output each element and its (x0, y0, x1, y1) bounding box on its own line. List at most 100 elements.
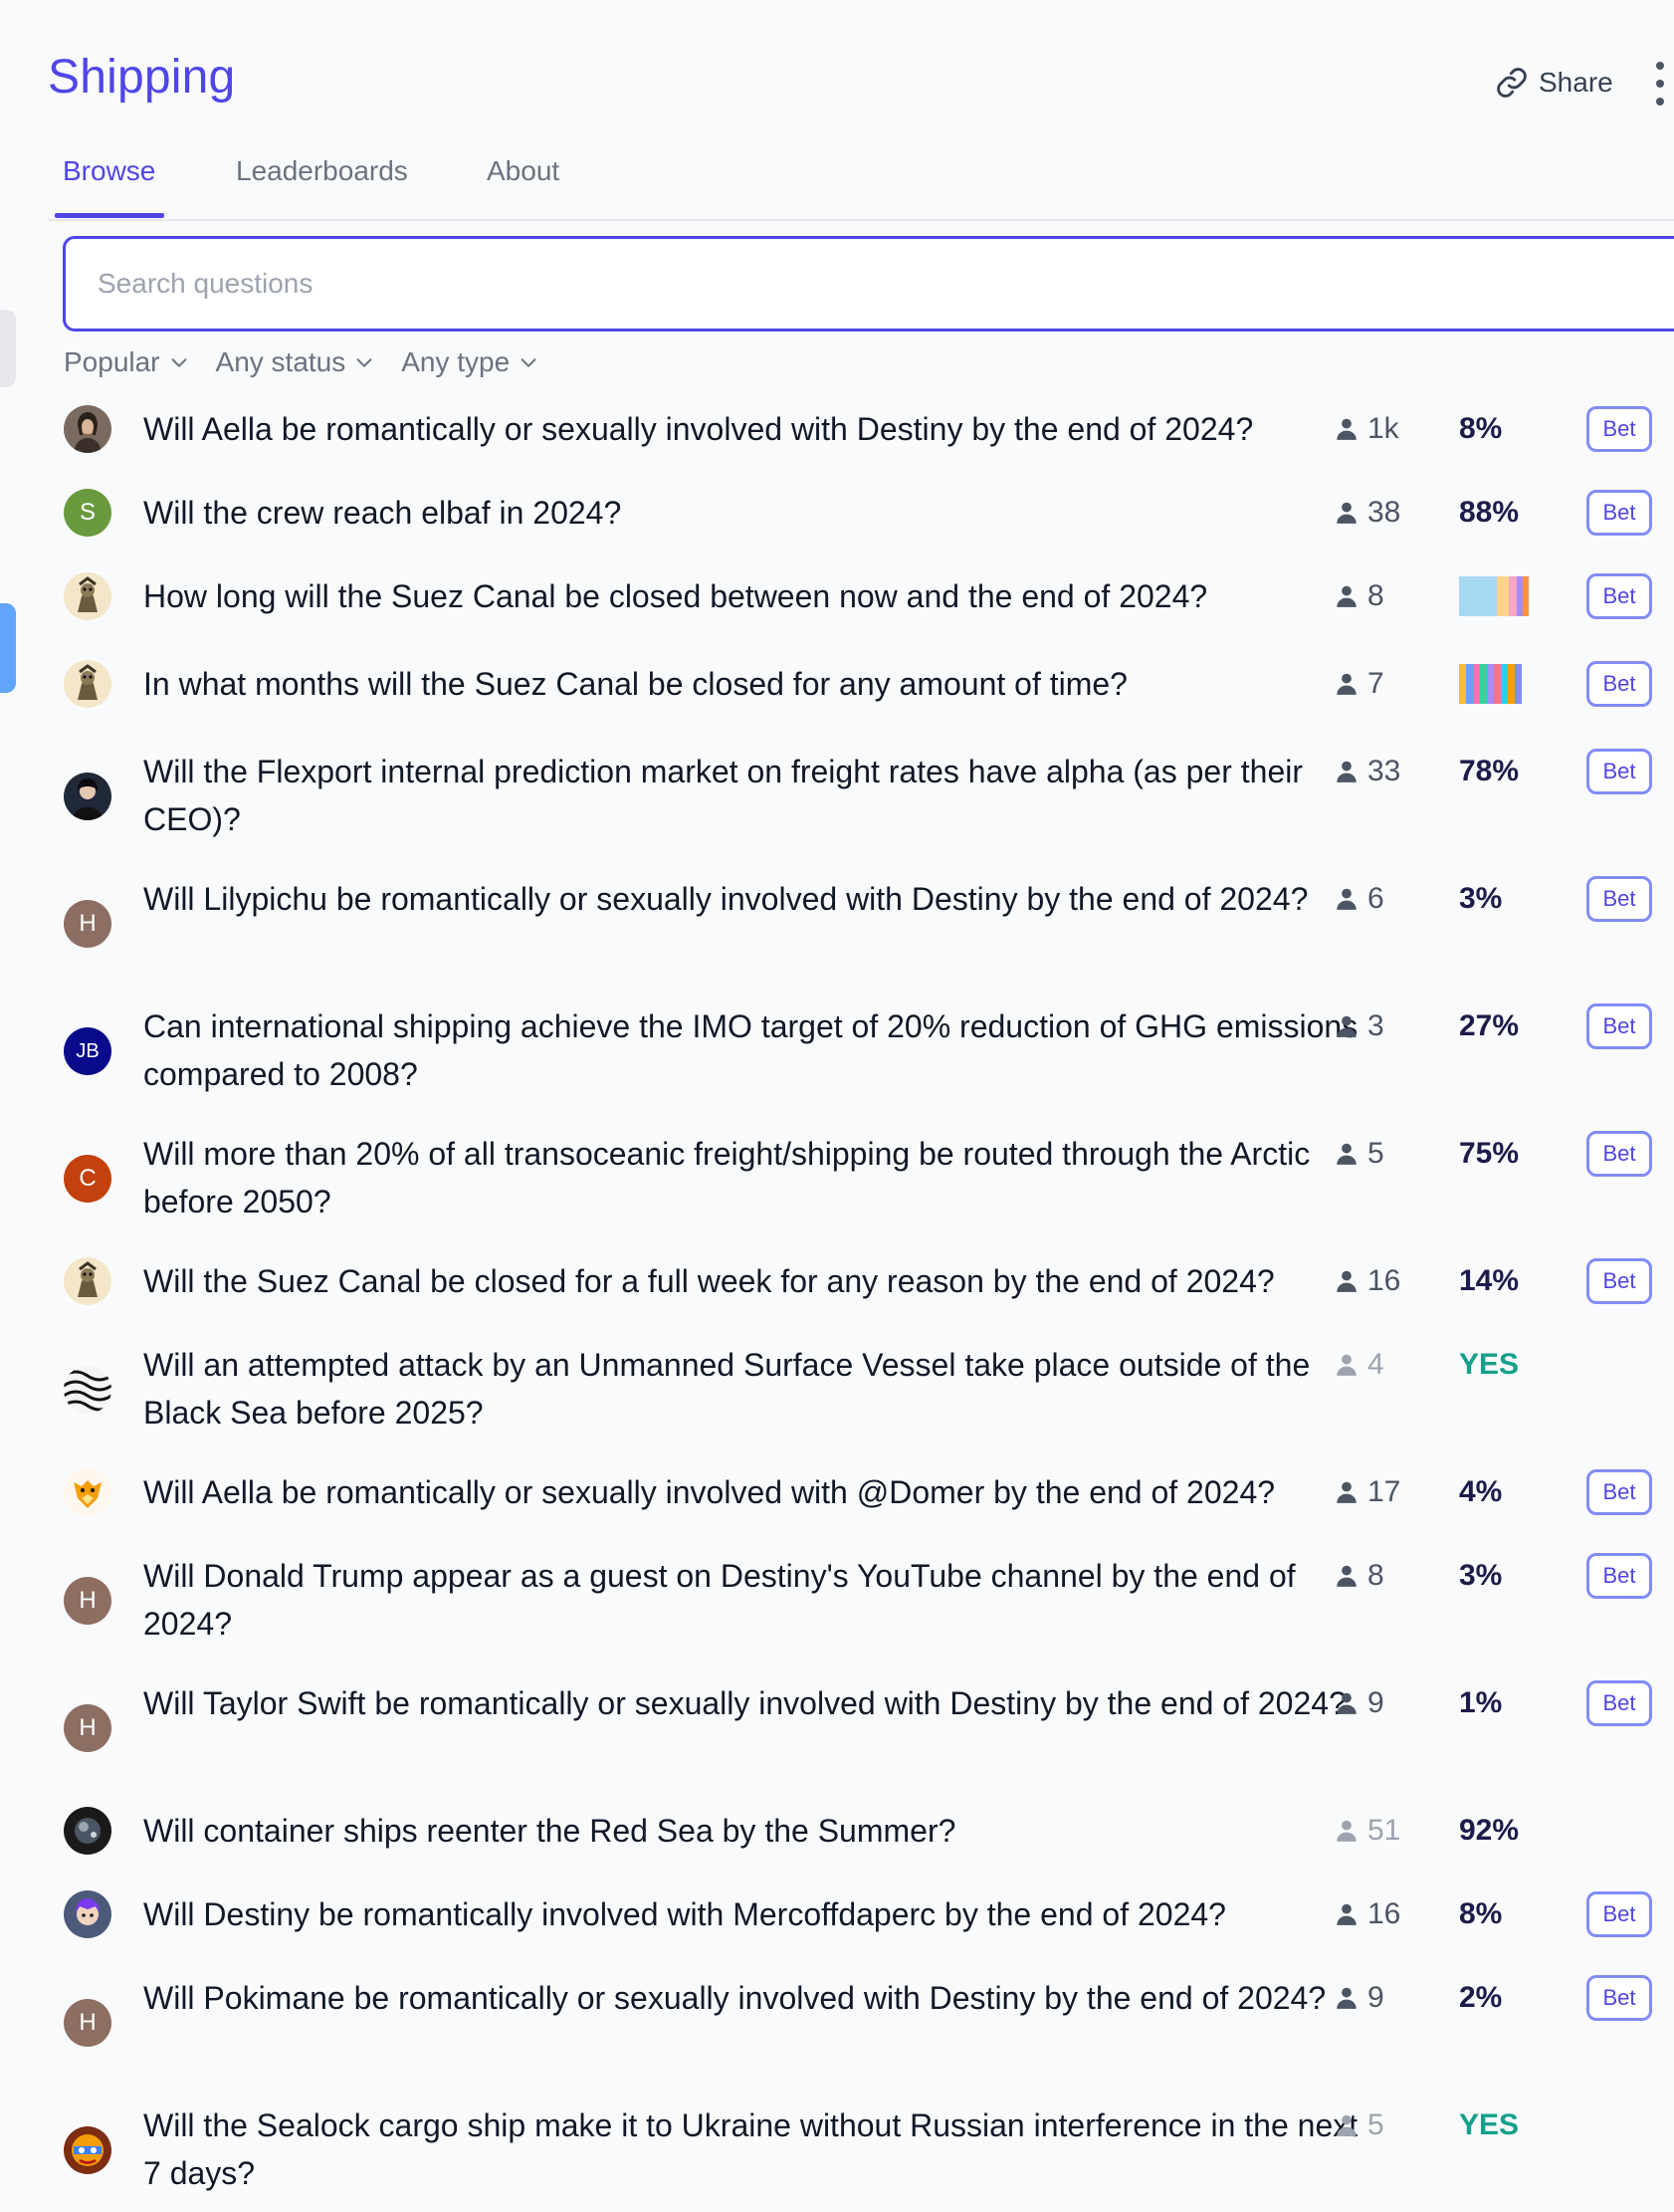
trader-count: 7 (1334, 664, 1384, 704)
question-title[interactable]: Will Aella be romantically or sexually i… (143, 405, 1367, 453)
creator-avatar[interactable]: H (64, 1704, 111, 1752)
question-title[interactable]: Will the Flexport internal prediction ma… (143, 748, 1367, 843)
creator-avatar[interactable] (64, 1807, 111, 1855)
creator-avatar[interactable]: H (64, 1577, 111, 1625)
question-row[interactable]: Will the Sealock cargo ship make it to U… (48, 2101, 1674, 2197)
creator-avatar[interactable]: C (64, 1155, 111, 1203)
trader-count-value: 9 (1367, 1686, 1384, 1719)
person-icon (1337, 888, 1357, 910)
bet-button[interactable]: Bet (1586, 749, 1652, 794)
trader-count-value: 33 (1367, 755, 1401, 787)
creator-avatar[interactable] (64, 405, 111, 453)
probability: 27% (1459, 1009, 1520, 1042)
creator-avatar[interactable] (64, 2126, 111, 2174)
bet-button[interactable]: Bet (1586, 661, 1652, 707)
question-row[interactable]: JB Can international shipping achieve the… (48, 1002, 1674, 1098)
creator-avatar[interactable] (64, 1890, 111, 1938)
answer-segment (1487, 664, 1494, 704)
trader-count-value: 16 (1367, 1897, 1401, 1930)
question-row[interactable]: S Will the crew reach elbaf in 2024? 38 88%… (48, 489, 1674, 537)
question-title[interactable]: Will more than 20% of all transoceanic f… (143, 1130, 1367, 1225)
trader-count: 16 (1334, 1261, 1400, 1301)
creator-avatar[interactable] (64, 572, 111, 620)
person-icon (1337, 1143, 1357, 1165)
question-title[interactable]: In what months will the Suez Canal be cl… (143, 660, 1367, 708)
trader-count-value: 1k (1367, 412, 1399, 445)
bet-button[interactable]: Bet (1586, 1469, 1652, 1515)
bet-button[interactable]: Bet (1586, 573, 1652, 619)
creator-avatar[interactable] (64, 773, 111, 820)
question-row[interactable]: Will Destiny be romantically involved wi… (48, 1890, 1674, 1938)
probability: 92% (1459, 1814, 1520, 1847)
person-icon (1337, 1987, 1357, 2009)
bet-button[interactable]: Bet (1586, 1003, 1652, 1049)
question-title[interactable]: Will Lilypichu be romantically or sexual… (143, 875, 1367, 923)
trader-count: 17 (1334, 1472, 1400, 1512)
question-row[interactable]: Will Aella be romantically or sexually i… (48, 405, 1674, 453)
avatar-initial: H (79, 910, 97, 937)
trader-count: 51 (1334, 1811, 1400, 1851)
question-title[interactable]: Will Destiny be romantically involved wi… (143, 1890, 1367, 1938)
bet-button[interactable]: Bet (1586, 490, 1652, 536)
bet-button[interactable]: Bet (1586, 876, 1652, 922)
question-row[interactable]: Will the Suez Canal be closed for a full… (48, 1257, 1674, 1305)
creator-avatar[interactable] (64, 1468, 111, 1516)
question-title[interactable]: Can international shipping achieve the I… (143, 1002, 1367, 1098)
probability: 14% (1459, 1264, 1520, 1297)
question-title[interactable]: How long will the Suez Canal be closed b… (143, 572, 1367, 620)
bet-button[interactable]: Bet (1586, 1131, 1652, 1177)
person-icon (1337, 2114, 1357, 2136)
question-row[interactable]: H Will Donald Trump appear as a guest on … (48, 1552, 1674, 1648)
creator-avatar[interactable]: H (64, 1999, 111, 2047)
question-title[interactable]: Will the Suez Canal be closed for a full… (143, 1257, 1367, 1305)
question-title[interactable]: Will an attempted attack by an Unmanned … (143, 1341, 1367, 1437)
trader-count-value: 3 (1367, 1009, 1384, 1042)
trader-count: 33 (1334, 752, 1400, 791)
colorful-mask-icon (64, 2126, 111, 2174)
bet-button[interactable]: Bet (1586, 1553, 1652, 1599)
bet-button[interactable]: Bet (1586, 1975, 1652, 2021)
answer-distribution-bar (1459, 576, 1529, 616)
avatar-initial: C (79, 1165, 97, 1192)
side-rail-tab-active[interactable] (0, 603, 16, 693)
question-title[interactable]: Will container ships reenter the Red Sea… (143, 1807, 1367, 1855)
creator-avatar[interactable] (64, 1366, 111, 1414)
question-row[interactable]: H Will Lilypichu be romantically or sexua… (48, 875, 1674, 971)
question-row[interactable]: H Will Pokimane be romantically or sexual… (48, 1974, 1674, 2070)
question-row[interactable]: Will container ships reenter the Red Sea… (48, 1807, 1674, 1855)
creator-avatar[interactable]: H (64, 900, 111, 948)
question-row[interactable]: Will an attempted attack by an Unmanned … (48, 1341, 1674, 1437)
creator-avatar[interactable] (64, 660, 111, 708)
question-row[interactable]: How long will the Suez Canal be closed b… (48, 572, 1674, 620)
bet-button[interactable]: Bet (1586, 1891, 1652, 1937)
creator-avatar[interactable]: JB (64, 1027, 111, 1075)
answer-distribution-bar (1459, 664, 1529, 704)
question-row[interactable]: H Will Taylor Swift be romantically or se… (48, 1679, 1674, 1775)
creator-avatar[interactable] (64, 1257, 111, 1305)
question-title[interactable]: Will Donald Trump appear as a guest on D… (143, 1552, 1367, 1648)
answer-segment (1466, 664, 1473, 704)
person-icon (1337, 1354, 1357, 1376)
avatar-initial: H (79, 1714, 97, 1741)
question-row[interactable]: Will the Flexport internal prediction ma… (48, 748, 1674, 843)
avatar-initial: H (79, 1587, 97, 1614)
answer-segment (1515, 664, 1522, 704)
trader-count: 9 (1334, 1683, 1384, 1723)
cartoon-character-icon (64, 1257, 111, 1305)
question-title[interactable]: Will Aella be romantically or sexually i… (143, 1468, 1367, 1516)
side-rail-tab[interactable] (0, 310, 16, 387)
question-title[interactable]: Will Pokimane be romantically or sexuall… (143, 1974, 1367, 2022)
bet-button[interactable]: Bet (1586, 1258, 1652, 1304)
creator-avatar[interactable]: S (64, 489, 111, 537)
question-title[interactable]: Will the crew reach elbaf in 2024? (143, 489, 1367, 537)
question-title[interactable]: Will the Sealock cargo ship make it to U… (143, 2101, 1367, 2197)
question-row[interactable]: In what months will the Suez Canal be cl… (48, 660, 1674, 708)
answer-segment (1508, 664, 1515, 704)
bet-button[interactable]: Bet (1586, 1680, 1652, 1726)
question-row[interactable]: C Will more than 20% of all transoceanic … (48, 1130, 1674, 1225)
bet-button[interactable]: Bet (1586, 406, 1652, 452)
question-title[interactable]: Will Taylor Swift be romantically or sex… (143, 1679, 1367, 1727)
trader-count: 38 (1334, 493, 1400, 533)
trader-count-value: 5 (1367, 1137, 1384, 1170)
question-row[interactable]: Will Aella be romantically or sexually i… (48, 1468, 1674, 1516)
